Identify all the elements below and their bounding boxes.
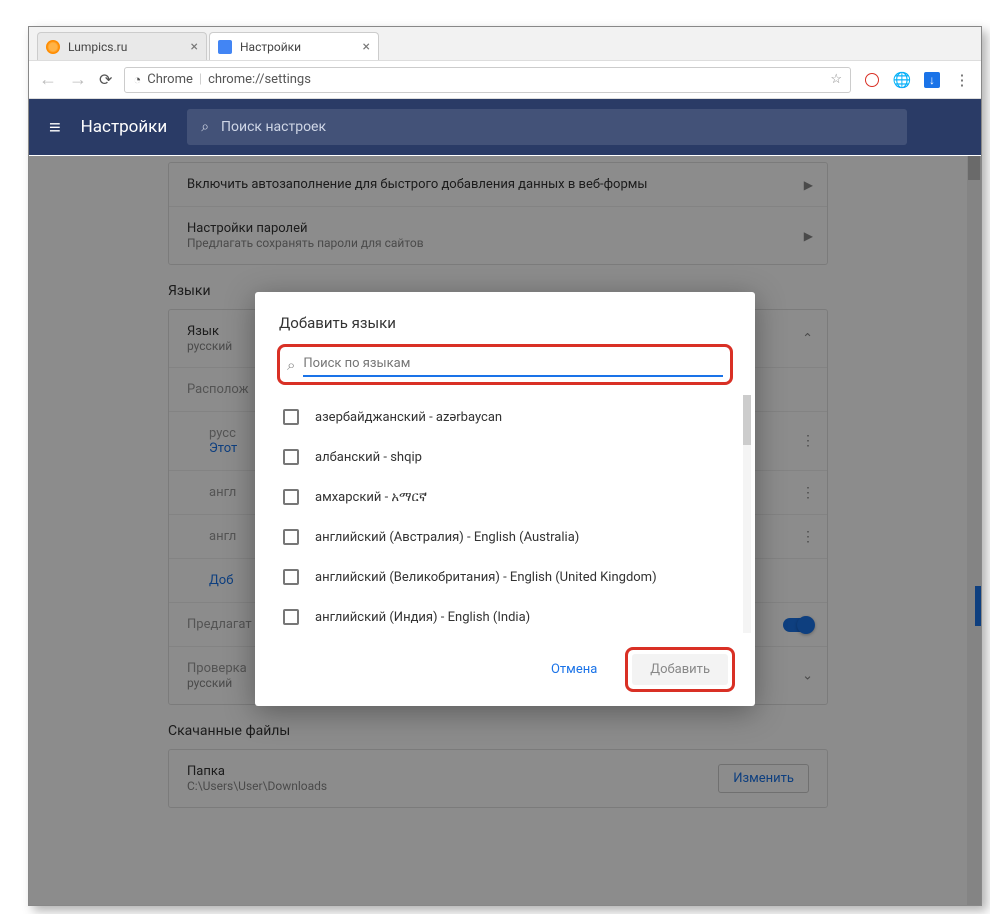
dialog-title: Добавить языки xyxy=(255,314,755,344)
tab-label: Lumpics.ru xyxy=(68,40,127,54)
search-placeholder: Поиск настроек xyxy=(221,119,326,135)
checkbox[interactable] xyxy=(283,569,299,585)
language-option[interactable]: английский (Австралия) - English (Austra… xyxy=(279,517,731,557)
dialog-actions: Отмена Добавить xyxy=(255,637,755,692)
separator: | xyxy=(199,72,202,87)
downloads-icon[interactable]: ↓ xyxy=(923,71,941,89)
language-option[interactable]: амхарский - አማርኛ xyxy=(279,477,731,517)
tab-close-icon[interactable]: × xyxy=(191,39,198,55)
language-label: английский (Индия) - English (India) xyxy=(315,610,530,625)
forward-button[interactable]: → xyxy=(69,69,87,90)
favicon-lumpics-icon xyxy=(46,40,60,54)
language-option[interactable]: албанский - shqip xyxy=(279,437,731,477)
reload-button[interactable]: ⟳ xyxy=(99,70,112,89)
browser-menu-icon[interactable]: ⋮ xyxy=(953,71,971,89)
language-label: албанский - shqip xyxy=(315,450,422,465)
add-button[interactable]: Добавить xyxy=(632,654,728,685)
settings-header: ≡ Настройки ⌕ Поиск настроек xyxy=(29,99,981,155)
highlight-add: Добавить xyxy=(625,647,735,692)
language-label: английский (Австралия) - English (Austra… xyxy=(315,530,579,545)
tab-strip: Lumpics.ru × Настройки × xyxy=(29,27,981,61)
site-info-icon[interactable]: ◔ xyxy=(133,72,141,88)
search-icon: ⌕ xyxy=(287,356,295,374)
settings-search[interactable]: ⌕ Поиск настроек xyxy=(187,109,907,145)
language-label: английский (Великобритания) - English (U… xyxy=(315,570,657,585)
browser-toolbar: ← → ⟳ ◔ Chrome | chrome://settings ☆ 🌐 ↓… xyxy=(29,61,981,99)
tab-lumpics[interactable]: Lumpics.ru × xyxy=(37,32,207,60)
list-scrollbar[interactable] xyxy=(743,395,751,633)
search-icon: ⌕ xyxy=(201,119,209,135)
menu-icon[interactable]: ≡ xyxy=(49,115,61,140)
address-bar[interactable]: ◔ Chrome | chrome://settings ☆ xyxy=(124,67,851,93)
origin-chip: Chrome xyxy=(147,72,193,87)
checkbox[interactable] xyxy=(283,529,299,545)
language-option[interactable]: английский (Великобритания) - English (U… xyxy=(279,557,731,597)
checkbox[interactable] xyxy=(283,489,299,505)
tab-close-icon[interactable]: × xyxy=(363,39,370,55)
tab-label: Настройки xyxy=(240,40,301,54)
checkbox[interactable] xyxy=(283,609,299,625)
add-languages-dialog: Добавить языки ⌕ азербайджанский - azərb… xyxy=(255,292,755,706)
extension-opera-icon[interactable] xyxy=(863,71,881,89)
extension-globe-icon[interactable]: 🌐 xyxy=(893,71,911,89)
checkbox[interactable] xyxy=(283,409,299,425)
bookmark-star-icon[interactable]: ☆ xyxy=(830,72,842,87)
checkbox[interactable] xyxy=(283,449,299,465)
url-text: chrome://settings xyxy=(208,72,311,87)
favicon-gear-icon xyxy=(218,40,232,54)
language-label: амхарский - አማርኛ xyxy=(315,490,427,505)
language-list: азербайджанский - azərbaycan албанский -… xyxy=(255,391,755,637)
page-title: Настройки xyxy=(81,117,168,137)
language-label: азербайджанский - azərbaycan xyxy=(315,410,502,425)
language-search-input[interactable] xyxy=(303,352,723,377)
scrollbar-thumb[interactable] xyxy=(743,395,751,445)
cancel-button[interactable]: Отмена xyxy=(539,654,609,685)
language-option[interactable]: азербайджанский - azərbaycan xyxy=(279,397,731,437)
browser-window: Lumpics.ru × Настройки × ← → ⟳ ◔ Chrome … xyxy=(28,26,982,906)
highlight-search: ⌕ xyxy=(277,344,733,385)
tab-settings[interactable]: Настройки × xyxy=(209,32,379,60)
language-option[interactable]: английский (Индия) - English (India) xyxy=(279,597,731,637)
back-button[interactable]: ← xyxy=(39,69,57,90)
